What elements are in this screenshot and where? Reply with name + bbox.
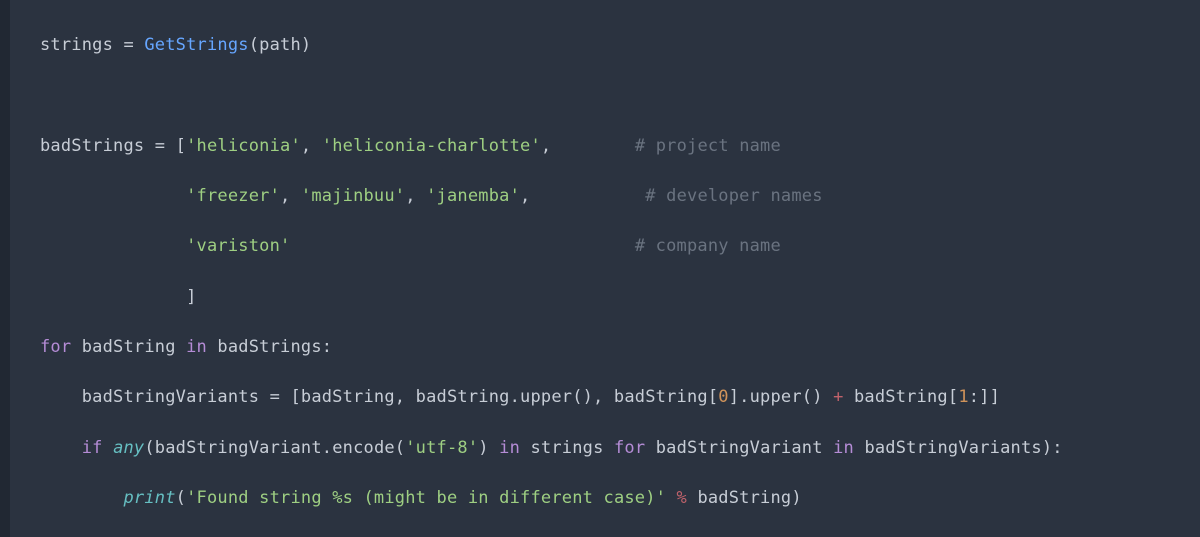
code-keyword: in <box>499 438 530 458</box>
code-token: (path) <box>249 35 312 55</box>
code-keyword: in <box>833 438 864 458</box>
code-token: , <box>280 186 301 206</box>
code-token: badString) <box>697 488 801 508</box>
code-blank-line <box>40 83 1200 108</box>
code-token: 'variston' <box>186 236 290 256</box>
code-line: badStringVariants = [badString, badStrin… <box>40 385 1200 410</box>
code-line: ] <box>40 285 1200 310</box>
indent-guide <box>40 488 123 508</box>
code-builtin: print <box>123 488 175 508</box>
code-token: ( <box>176 488 186 508</box>
code-token: , <box>301 136 322 156</box>
code-comment: # project name <box>635 136 781 156</box>
code-token: badStringVariant <box>656 438 833 458</box>
code-token: badStringVariants <box>82 387 270 407</box>
code-line: if any(badStringVariant.encode('utf-8') … <box>40 436 1200 461</box>
code-token: badString <box>82 337 186 357</box>
code-token: ] <box>186 287 196 307</box>
code-comment: # company name <box>635 236 781 256</box>
code-token: , <box>405 186 426 206</box>
code-operator: % <box>666 488 697 508</box>
code-number: 0 <box>718 387 728 407</box>
code-editor[interactable]: strings = GetStrings(path) badStrings = … <box>0 0 1200 537</box>
code-token: 'heliconia' <box>186 136 301 156</box>
indent-guide <box>40 236 186 256</box>
code-token: strings <box>530 438 613 458</box>
code-line: for badString in badStrings: <box>40 335 1200 360</box>
code-token: :]] <box>969 387 1000 407</box>
code-keyword: for <box>614 438 656 458</box>
code-token: ) <box>478 438 499 458</box>
code-token: badStrings: <box>217 337 332 357</box>
code-token: badString[ <box>854 387 958 407</box>
code-keyword: if <box>82 438 113 458</box>
code-token: (badStringVariant.encode( <box>144 438 405 458</box>
code-number: 1 <box>958 387 968 407</box>
code-line: 'variston' # company name <box>40 234 1200 259</box>
code-token: ].upper() <box>729 387 833 407</box>
code-string: 'utf-8' <box>405 438 478 458</box>
code-keyword: for <box>40 337 82 357</box>
code-token <box>290 236 634 256</box>
code-token: 'freezer' <box>186 186 280 206</box>
code-line: badStrings = ['heliconia', 'heliconia-ch… <box>40 134 1200 159</box>
indent-guide <box>40 438 82 458</box>
indent-guide <box>40 387 82 407</box>
code-builtin: any <box>113 438 144 458</box>
code-token: = <box>123 35 144 55</box>
code-token: , <box>520 186 645 206</box>
code-line: strings = GetStrings(path) <box>40 33 1200 58</box>
code-token: 'janemba' <box>426 186 520 206</box>
code-operator: + <box>833 387 854 407</box>
code-keyword: in <box>186 337 217 357</box>
code-line: 'freezer', 'majinbuu', 'janemba', # deve… <box>40 184 1200 209</box>
code-token: , <box>541 136 635 156</box>
code-token: strings <box>40 35 123 55</box>
code-token: 'majinbuu' <box>301 186 405 206</box>
code-line: print('Found string %s (might be in diff… <box>40 486 1200 511</box>
code-comment: # developer names <box>645 186 822 206</box>
code-token: GetStrings <box>144 35 248 55</box>
code-token: = [ <box>155 136 186 156</box>
indent-guide <box>40 287 186 307</box>
code-token: = [badString, badString.upper(), badStri… <box>270 387 719 407</box>
code-token: badStringVariants): <box>864 438 1062 458</box>
code-string: 'Found string %s (might be in different … <box>186 488 666 508</box>
code-token: badStrings <box>40 136 155 156</box>
code-token: 'heliconia-charlotte' <box>322 136 541 156</box>
indent-guide <box>40 186 186 206</box>
